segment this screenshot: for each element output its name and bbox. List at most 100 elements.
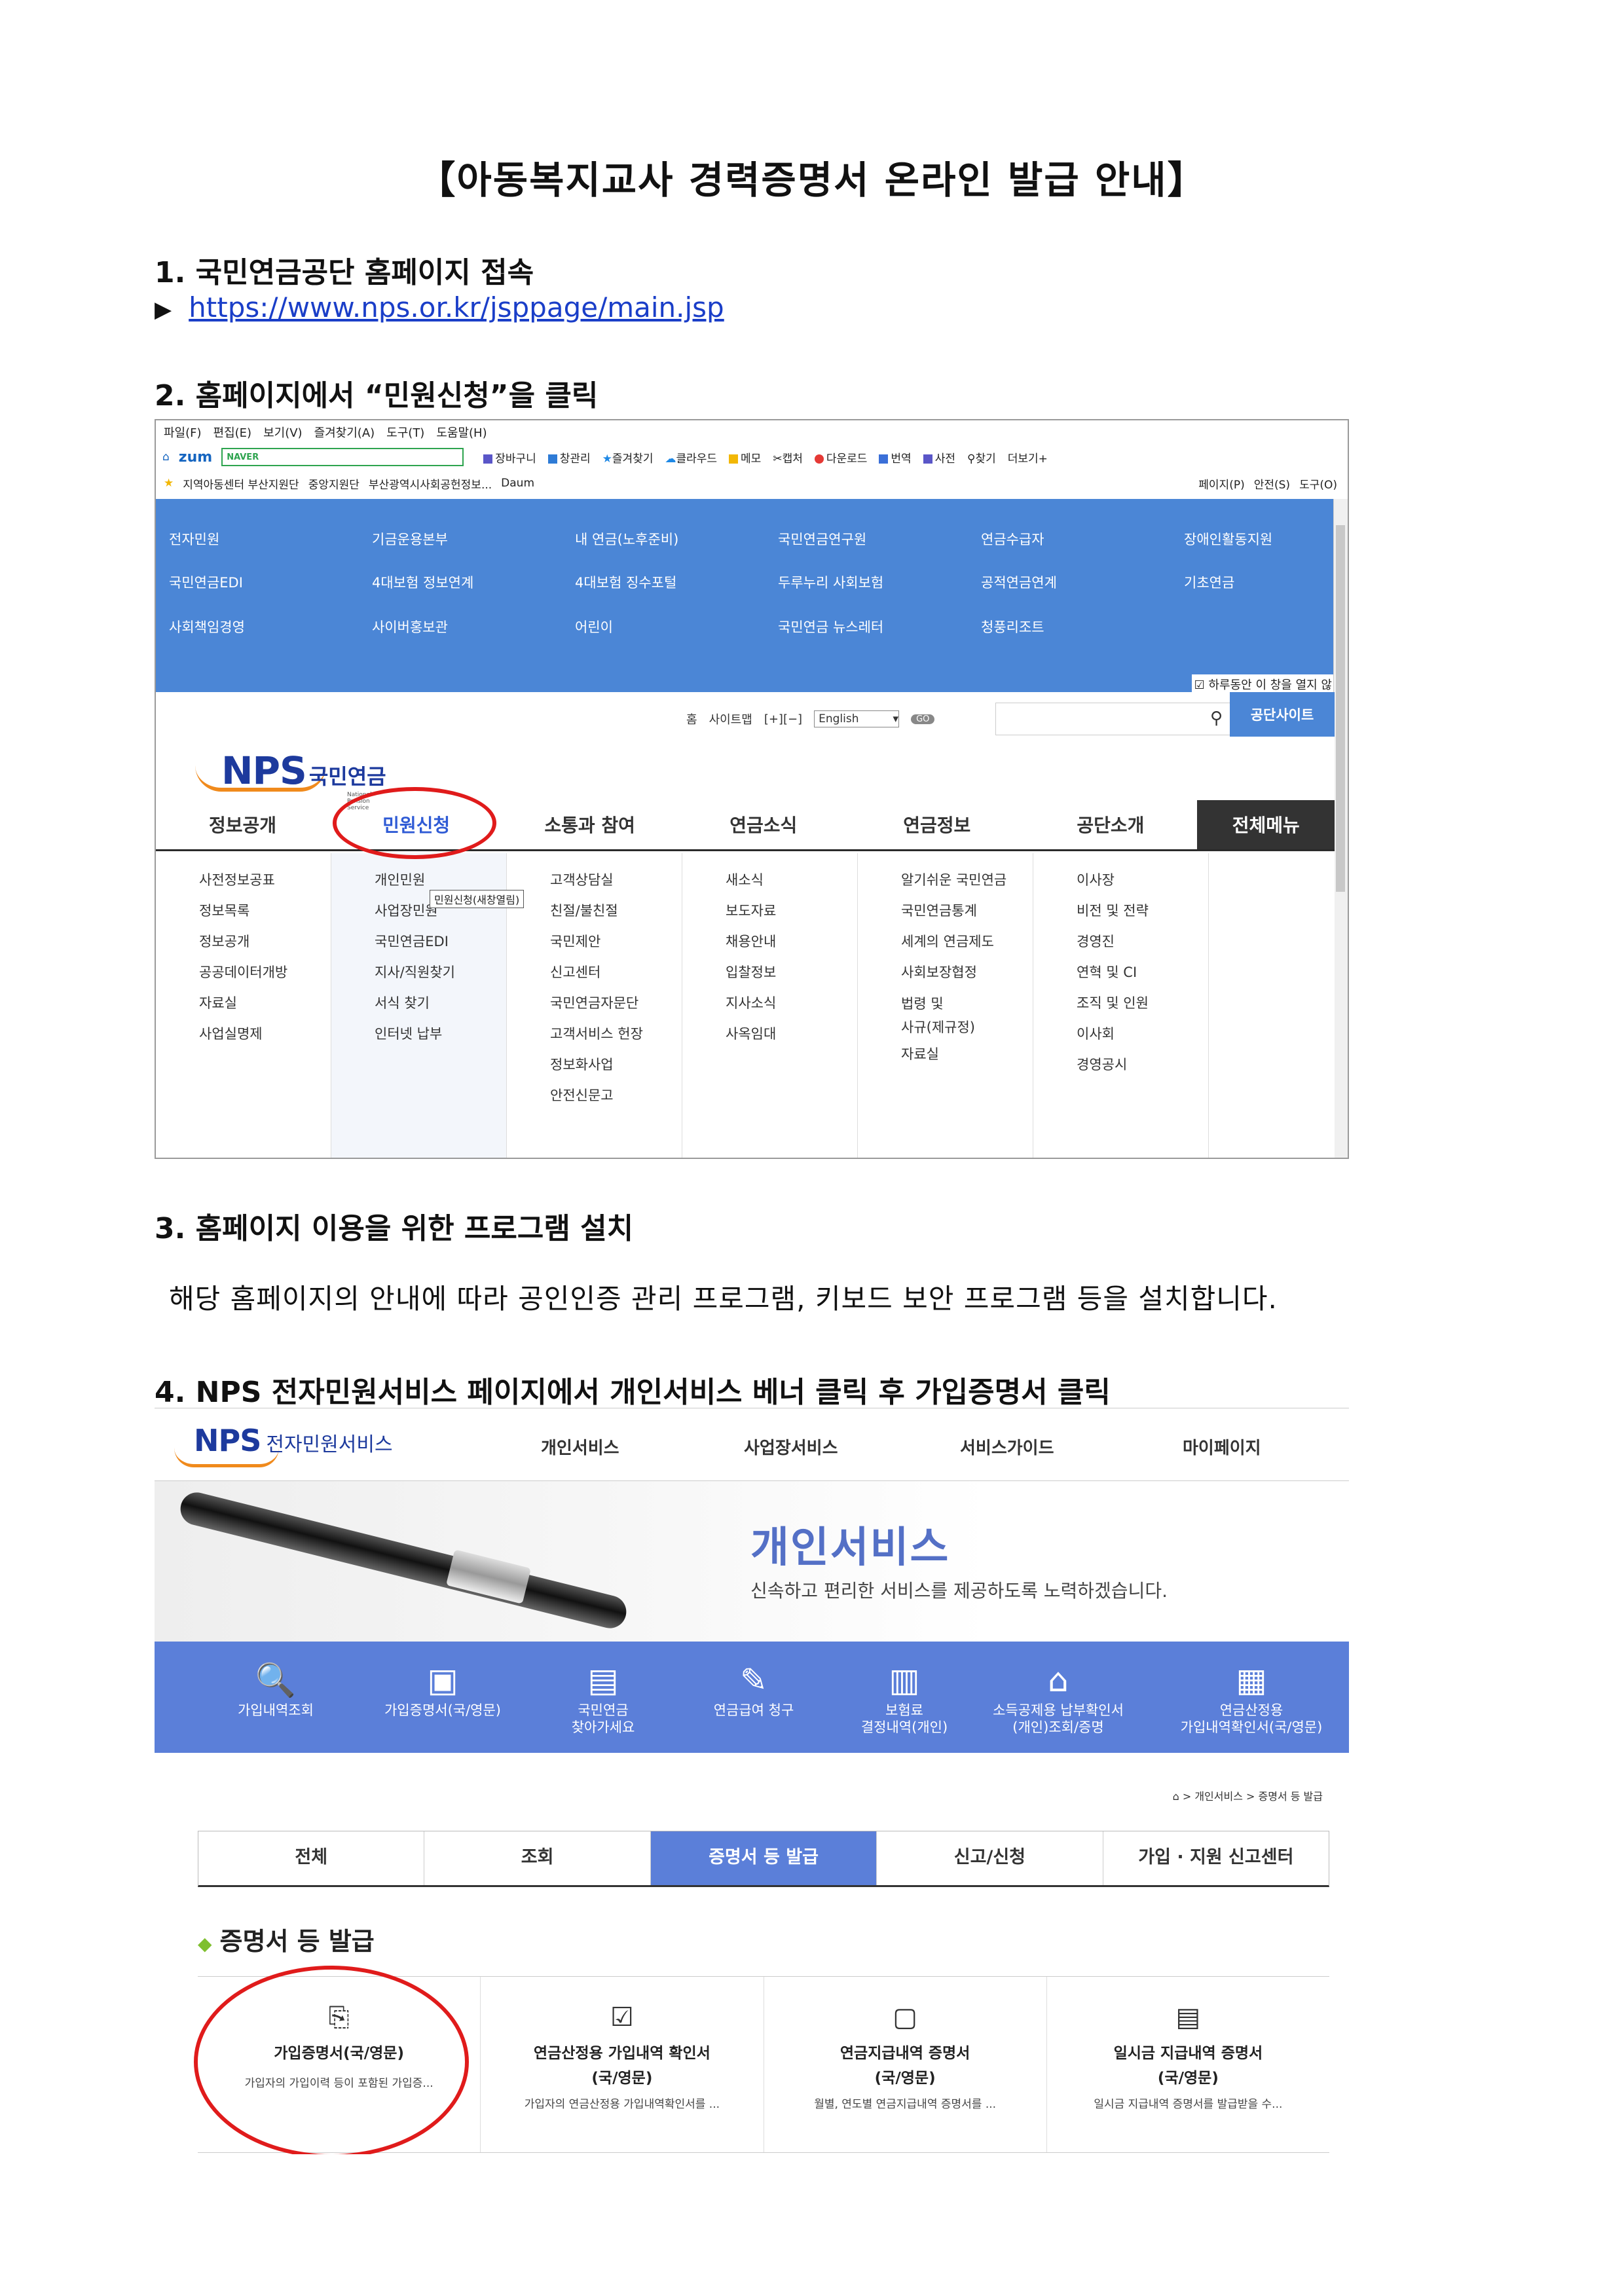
- close-today-checkbox[interactable]: ☑ 하루동안 이 창을 열지 않: [1191, 674, 1335, 694]
- submenu-item[interactable]: 고객상담실: [550, 865, 682, 896]
- submenu-item[interactable]: 사전정보공표: [199, 865, 331, 896]
- family-link[interactable]: 기초연금: [1184, 572, 1234, 592]
- service-find-pension[interactable]: ▤ 국민연금 찾아가세요: [541, 1659, 665, 1736]
- tool-find[interactable]: ⚲찾기: [967, 449, 996, 466]
- submenu-item[interactable]: 경영진: [1077, 927, 1208, 957]
- font-size-buttons[interactable]: [+][−]: [764, 712, 802, 726]
- submenu-item[interactable]: 정보목록: [199, 896, 331, 927]
- menu-help[interactable]: 도움말(H): [436, 424, 487, 441]
- submenu-item[interactable]: 서식 찾기: [375, 988, 506, 1019]
- family-link[interactable]: 4대보험 정보연계: [372, 572, 473, 592]
- submenu-item[interactable]: 국민연금EDI: [375, 927, 506, 957]
- submenu-item[interactable]: 비전 및 전략: [1077, 896, 1208, 927]
- submenu-item[interactable]: 법령 및: [901, 988, 1033, 1016]
- ie-page-menu[interactable]: 페이지(P): [1198, 475, 1244, 492]
- family-link[interactable]: 사회책임경영: [169, 617, 245, 636]
- scrollbar[interactable]: [1333, 499, 1348, 1158]
- submenu-item[interactable]: 안전신문고: [550, 1080, 682, 1111]
- nps-logo[interactable]: NPS 국민연금 National Pension Service: [221, 748, 386, 811]
- home-icon[interactable]: ⌂: [1173, 1790, 1179, 1803]
- tab-report[interactable]: 신고/신청: [877, 1831, 1103, 1885]
- submenu-item[interactable]: 사규(제규정): [901, 1016, 1033, 1039]
- all-menu-button[interactable]: 전체메뉴: [1197, 800, 1335, 849]
- family-link[interactable]: 어린이: [575, 617, 613, 636]
- tool-dictionary[interactable]: 사전: [923, 449, 955, 466]
- card-pension-payment-certificate[interactable]: ▢ 연금지급내역 증명서 (국/영문) 월별, 연도별 연금지급내역 증명서를 …: [764, 1977, 1047, 2152]
- submenu-item[interactable]: 연혁 및 CI: [1077, 957, 1208, 988]
- tool-window[interactable]: 창관리: [547, 449, 591, 466]
- nav-about[interactable]: 공단소개: [1024, 800, 1197, 849]
- family-link[interactable]: 공적연금연계: [981, 572, 1057, 592]
- submenu-item[interactable]: 지사/직원찾기: [375, 957, 506, 988]
- submenu-item[interactable]: 이사장: [1077, 865, 1208, 896]
- submenu-item[interactable]: 지사소식: [726, 988, 857, 1019]
- family-link[interactable]: 전자민원: [169, 529, 219, 549]
- ie-tools-menu[interactable]: 도구(O): [1299, 475, 1337, 492]
- tool-bookmarks[interactable]: ★즐겨찾기: [602, 449, 654, 466]
- family-link[interactable]: 4대보험 징수포털: [575, 572, 676, 592]
- submenu-item[interactable]: 국민연금통계: [901, 896, 1033, 927]
- submenu-item[interactable]: 사업실명제: [199, 1019, 331, 1050]
- submenu-item[interactable]: 고객서비스 헌장: [550, 1019, 682, 1050]
- tab-inquiry[interactable]: 조회: [424, 1831, 651, 1885]
- go-button[interactable]: GO: [911, 714, 935, 724]
- card-lump-sum-certificate[interactable]: ▤ 일시금 지급내역 증명서 (국/영문) 일시금 지급내역 증명서를 발급받을…: [1047, 1977, 1329, 2152]
- nav-my-page[interactable]: 마이페이지: [1183, 1435, 1261, 1459]
- tab-all[interactable]: 전체: [198, 1831, 425, 1885]
- menu-view[interactable]: 보기(V): [263, 424, 302, 441]
- nav-personal-service[interactable]: 개인서비스: [541, 1435, 619, 1459]
- service-tax-deduction[interactable]: ⌂ 소득공제용 납부확인서 (개인)조회/증명: [973, 1659, 1143, 1736]
- family-link[interactable]: 기금운용본부: [372, 529, 448, 549]
- submenu-item[interactable]: 국민제안: [550, 927, 682, 957]
- family-link[interactable]: 내 연금(노후준비): [575, 529, 678, 549]
- tool-more[interactable]: 더보기+: [1008, 449, 1048, 466]
- naver-search-box[interactable]: NAVER: [221, 448, 464, 466]
- nav-business-service[interactable]: 사업장서비스: [744, 1435, 838, 1459]
- sitemap-link[interactable]: 사이트맵: [709, 710, 752, 727]
- tool-capture[interactable]: ✂캡처: [773, 449, 803, 466]
- submenu-item[interactable]: 인터넷 납부: [375, 1019, 506, 1050]
- submenu-item[interactable]: 새소식: [726, 865, 857, 896]
- submenu-item[interactable]: 국민연금자문단: [550, 988, 682, 1019]
- menu-favorites[interactable]: 즐겨찾기(A): [314, 424, 375, 441]
- submenu-item[interactable]: 신고센터: [550, 957, 682, 988]
- home-icon[interactable]: ⌂: [162, 450, 170, 464]
- tool-cart[interactable]: 장바구니: [483, 449, 536, 466]
- service-premium[interactable]: ▥ 보험료 결정내역(개인): [842, 1659, 967, 1736]
- menu-file[interactable]: 파일(F): [164, 424, 202, 441]
- site-search-input[interactable]: ⚲: [995, 703, 1232, 735]
- favorite-link-2[interactable]: 중앙지원단: [308, 475, 360, 492]
- eservice-logo[interactable]: NPS 전자민원서비스: [194, 1423, 393, 1458]
- ie-safety-menu[interactable]: 안전(S): [1254, 475, 1290, 492]
- family-link[interactable]: 국민연금EDI: [169, 572, 243, 592]
- tool-memo[interactable]: 메모: [729, 449, 761, 466]
- homepage-link[interactable]: https://www.nps.or.kr/jsppage/main.jsp: [189, 291, 724, 323]
- tool-download[interactable]: 다운로드: [814, 449, 867, 466]
- nav-pension-info[interactable]: 연금정보: [850, 800, 1024, 849]
- menu-edit[interactable]: 편집(E): [213, 424, 252, 441]
- family-link[interactable]: 청풍리조트: [981, 617, 1044, 636]
- submenu-item[interactable]: 세계의 연금제도: [901, 927, 1033, 957]
- submenu-item[interactable]: 채용안내: [726, 927, 857, 957]
- nav-communication[interactable]: 소통과 참여: [503, 800, 676, 849]
- nav-info-disclosure[interactable]: 정보공개: [156, 800, 329, 849]
- family-link[interactable]: 사이버홍보관: [372, 617, 448, 636]
- family-link[interactable]: 국민연금 뉴스레터: [778, 617, 883, 636]
- submenu-item[interactable]: 알기쉬운 국민연금: [901, 865, 1033, 896]
- nav-pension-news[interactable]: 연금소식: [676, 800, 850, 849]
- submenu-item[interactable]: 자료실: [901, 1039, 1033, 1070]
- submenu-item[interactable]: 이사회: [1077, 1019, 1208, 1050]
- family-link[interactable]: 장애인활동지원: [1184, 529, 1272, 549]
- submenu-item[interactable]: 사회보장협정: [901, 957, 1033, 988]
- tool-translate[interactable]: 번역: [879, 449, 912, 466]
- tab-certificates[interactable]: 증명서 등 발급: [650, 1831, 877, 1885]
- family-link[interactable]: 국민연금연구원: [778, 529, 866, 549]
- submenu-item[interactable]: 보도자료: [726, 896, 857, 927]
- favorite-link-daum[interactable]: Daum: [501, 477, 534, 490]
- submenu-item[interactable]: 정보화사업: [550, 1050, 682, 1080]
- service-join-certificate[interactable]: ▣ 가입증명서(국/영문): [364, 1659, 521, 1719]
- family-link[interactable]: 두루누리 사회보험: [778, 572, 883, 592]
- nav-service-guide[interactable]: 서비스가이드: [960, 1435, 1054, 1459]
- menu-tools[interactable]: 도구(T): [386, 424, 424, 441]
- scrollbar-thumb[interactable]: [1336, 525, 1345, 892]
